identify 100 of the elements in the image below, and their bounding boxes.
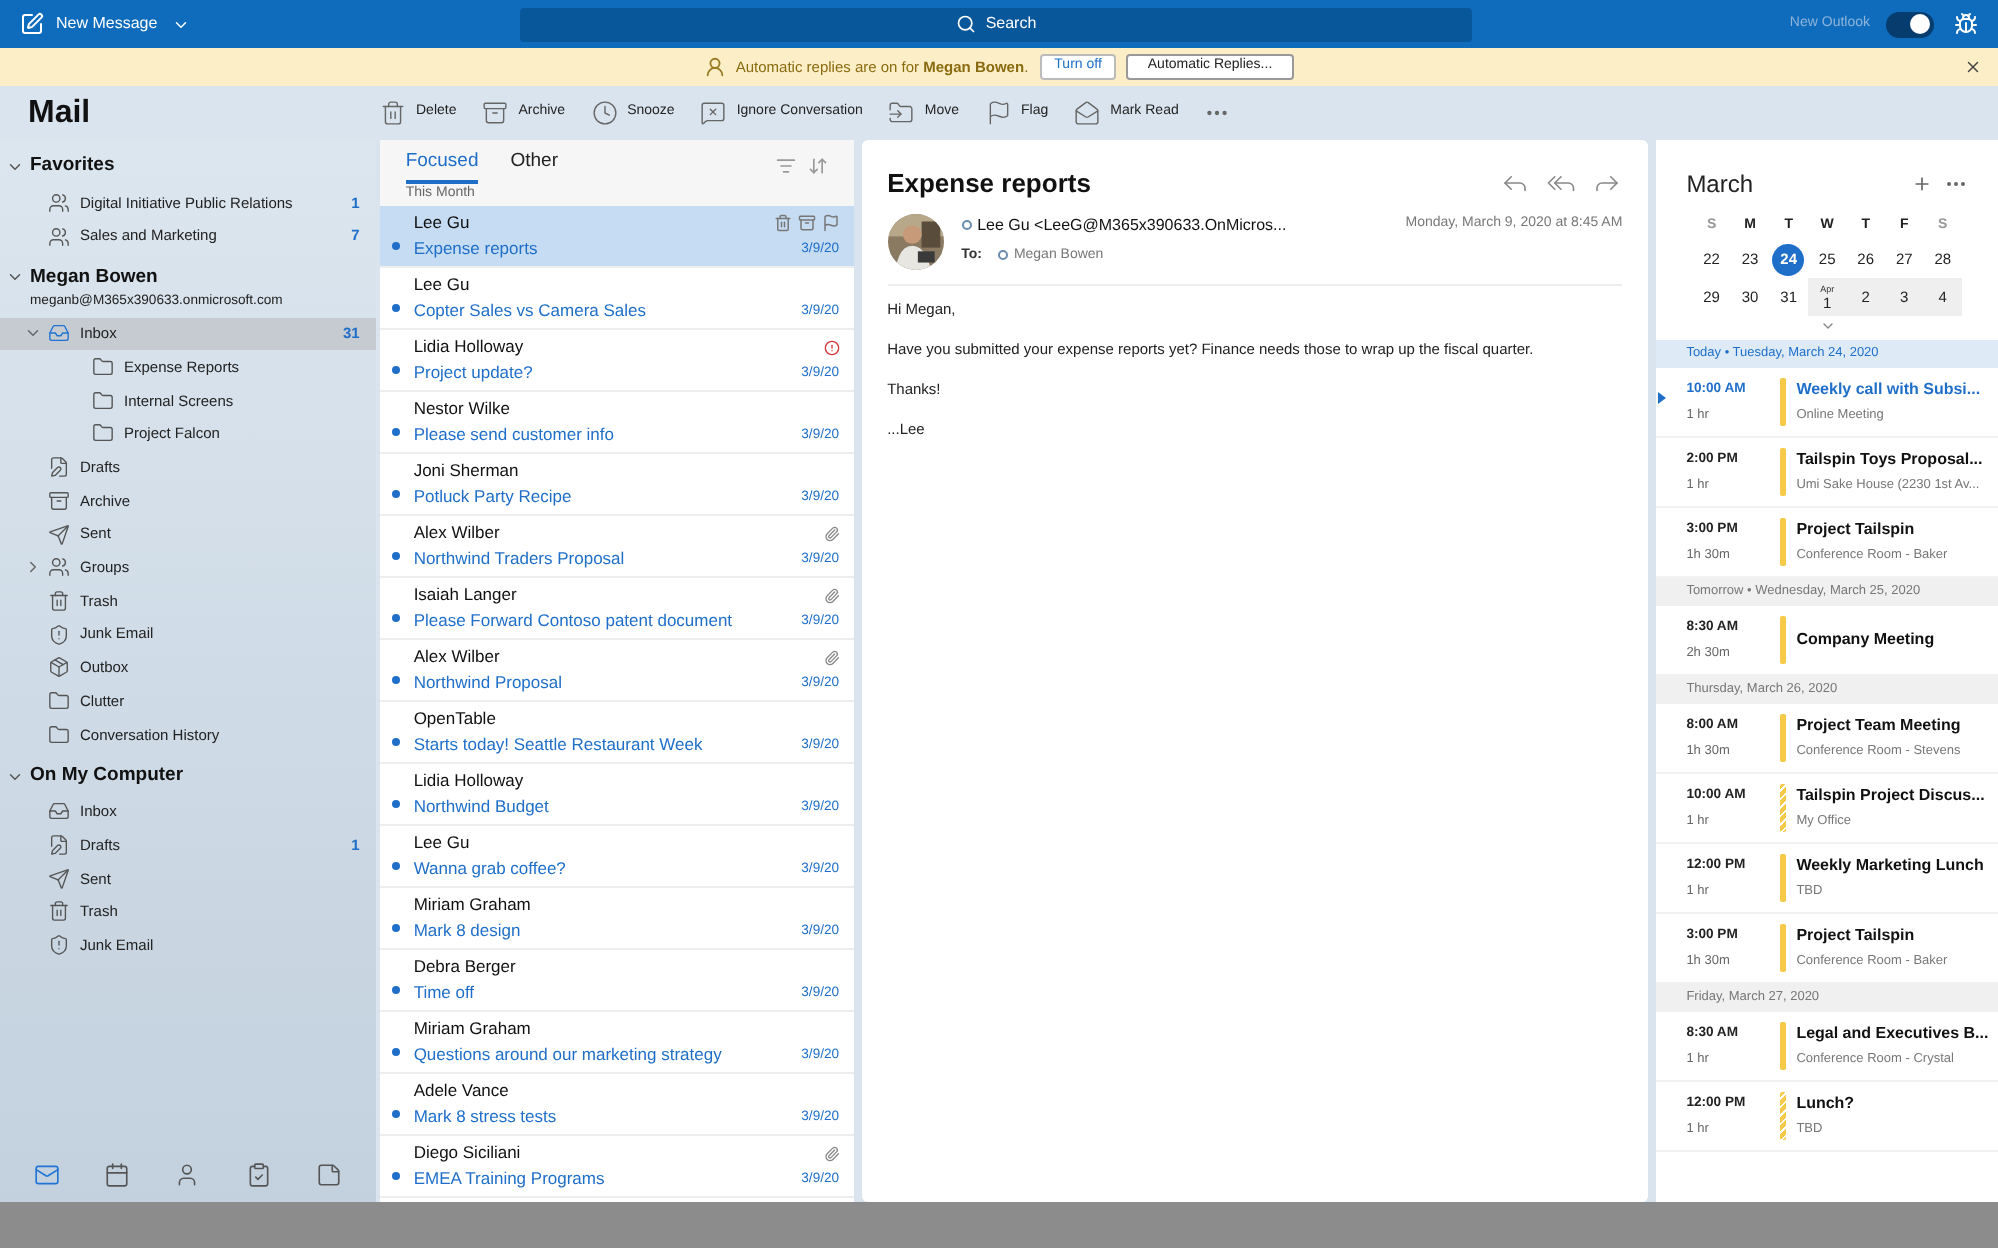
archive-icon <box>48 489 70 512</box>
presence-icon <box>961 220 972 230</box>
section-title[interactable]: On My Computer <box>30 761 184 791</box>
drafts-icon <box>48 834 70 857</box>
message-subject: Time off <box>413 980 475 1006</box>
event-title: Weekly Marketing Lunch <box>1796 854 1984 879</box>
sender-name: Alex Wilber <box>413 520 500 546</box>
message-subject: Project update? <box>413 360 533 386</box>
chevron-icon[interactable] <box>24 558 42 577</box>
mail-icon[interactable] <box>34 1161 61 1187</box>
sender-name: Alex Wilber <box>413 644 500 670</box>
sender-name: Lee Gu <box>413 272 470 298</box>
event-title: Project Team Meeting <box>1796 714 1961 739</box>
sender-name: Joni Sherman <box>413 458 519 484</box>
folder-icon <box>92 422 114 445</box>
message-subject: Potluck Party Recipe <box>413 484 572 510</box>
message-subject: Mark 8 design <box>413 918 521 944</box>
sender-name: Miriam Graham <box>413 1016 531 1042</box>
junk-icon <box>48 623 70 646</box>
message-subject: Wanna grab coffee? <box>413 856 566 882</box>
delete-icon <box>380 100 406 126</box>
close-icon[interactable] <box>1964 58 1982 76</box>
trash-icon <box>48 589 70 612</box>
compose-icon <box>20 12 44 36</box>
tab[interactable]: Focused <box>405 148 479 184</box>
message-subject: Please send customer info <box>413 422 614 448</box>
email-subject: Expense reports <box>887 166 1093 202</box>
sender-address: Lee Gu <LeeG@M365x390633.OnMicros... <box>977 213 1289 237</box>
event-title: Lunch? <box>1796 1092 1855 1117</box>
flag-icon <box>985 100 1011 126</box>
move-icon <box>888 100 915 126</box>
event-title: Tailspin Project Discus... <box>1796 784 1985 809</box>
message-subject: Northwind Proposal <box>413 670 562 696</box>
group-icon <box>48 191 70 214</box>
event-title: Tailspin Toys Proposal... <box>1796 448 1983 473</box>
sort-icon[interactable] <box>807 156 828 176</box>
app-title: Mail <box>26 93 93 133</box>
event-title: Project Tailspin <box>1796 518 1917 543</box>
message-subject: Please Forward Contoso patent document <box>413 608 733 634</box>
sender-name: Lidia Holloway <box>413 334 524 360</box>
message-subject: Questions around our marketing strategy <box>413 1042 722 1068</box>
month-title: March <box>1686 168 1756 202</box>
message-subject: Copter Sales vs Camera Sales <box>413 298 647 324</box>
sender-name: OpenTable <box>413 706 496 732</box>
trash-icon <box>48 900 70 923</box>
message-subject: Northwind Budget <box>413 794 549 820</box>
calendar-icon[interactable] <box>104 1161 131 1187</box>
auto-reply-icon <box>703 56 726 78</box>
section-title[interactable]: Favorites <box>30 152 115 182</box>
people-icon[interactable] <box>174 1161 201 1187</box>
expand-icon[interactable] <box>1819 318 1836 334</box>
sender-name: Debra Berger <box>413 954 516 980</box>
group-icon <box>48 225 70 248</box>
section-title[interactable]: Megan Bowen <box>30 263 158 292</box>
new-outlook-toggle[interactable] <box>1886 11 1934 37</box>
drafts-icon <box>48 456 70 479</box>
archive-icon <box>482 100 509 126</box>
sent-icon <box>48 523 70 546</box>
archive-icon[interactable] <box>797 214 816 232</box>
message-subject: EMEA Training Programs <box>413 1166 605 1192</box>
group-icon <box>48 556 70 579</box>
sender-name: Diego Siciliani <box>413 1140 521 1166</box>
new-message-button[interactable]: New Message <box>20 12 520 36</box>
folder-icon <box>48 689 70 712</box>
add-icon[interactable] <box>1912 174 1933 194</box>
event-title: Company Meeting <box>1796 628 1935 652</box>
sender-name: Nestor Wilke <box>413 396 510 422</box>
snooze-icon <box>591 100 618 126</box>
inbox-icon <box>48 800 70 823</box>
tab[interactable]: Other <box>510 148 559 184</box>
sender-name: Lee Gu <box>413 210 470 236</box>
search-field[interactable]: Search <box>520 7 1472 41</box>
presence-icon <box>997 250 1008 261</box>
folder-icon <box>92 356 114 379</box>
notes-icon[interactable] <box>315 1161 342 1187</box>
sender-name: Adele Vance <box>413 1078 509 1104</box>
chevron-icon[interactable] <box>6 158 24 176</box>
sender-name: Miriam Graham <box>413 892 531 918</box>
event-title: Project Tailspin <box>1796 924 1917 949</box>
sender-name: Isaiah Langer <box>413 582 517 608</box>
ignore-icon <box>700 100 727 126</box>
message-subject: Starts today! Seattle Restaurant Week <box>413 732 703 758</box>
read-icon <box>1074 100 1101 126</box>
tasks-icon[interactable] <box>245 1161 272 1187</box>
message-subject: Northwind Traders Proposal <box>413 546 625 572</box>
inbox-icon <box>48 322 70 345</box>
event-title: Legal and Executives B... <box>1796 1022 1989 1047</box>
folder-icon <box>48 723 70 746</box>
sender-name: Lee Gu <box>413 830 470 856</box>
flag-icon[interactable] <box>821 214 840 232</box>
delete-icon[interactable] <box>773 214 792 232</box>
message-subject: Expense reports <box>413 236 538 262</box>
folder-icon <box>92 389 114 412</box>
filter-icon[interactable] <box>775 156 796 176</box>
sender-name: Lidia Holloway <box>413 768 524 794</box>
message-subject: Mark 8 stress tests <box>413 1104 557 1130</box>
bug-icon[interactable] <box>1954 12 1978 36</box>
search-icon <box>955 14 976 34</box>
junk-icon <box>48 934 70 957</box>
sent-icon <box>48 867 70 890</box>
